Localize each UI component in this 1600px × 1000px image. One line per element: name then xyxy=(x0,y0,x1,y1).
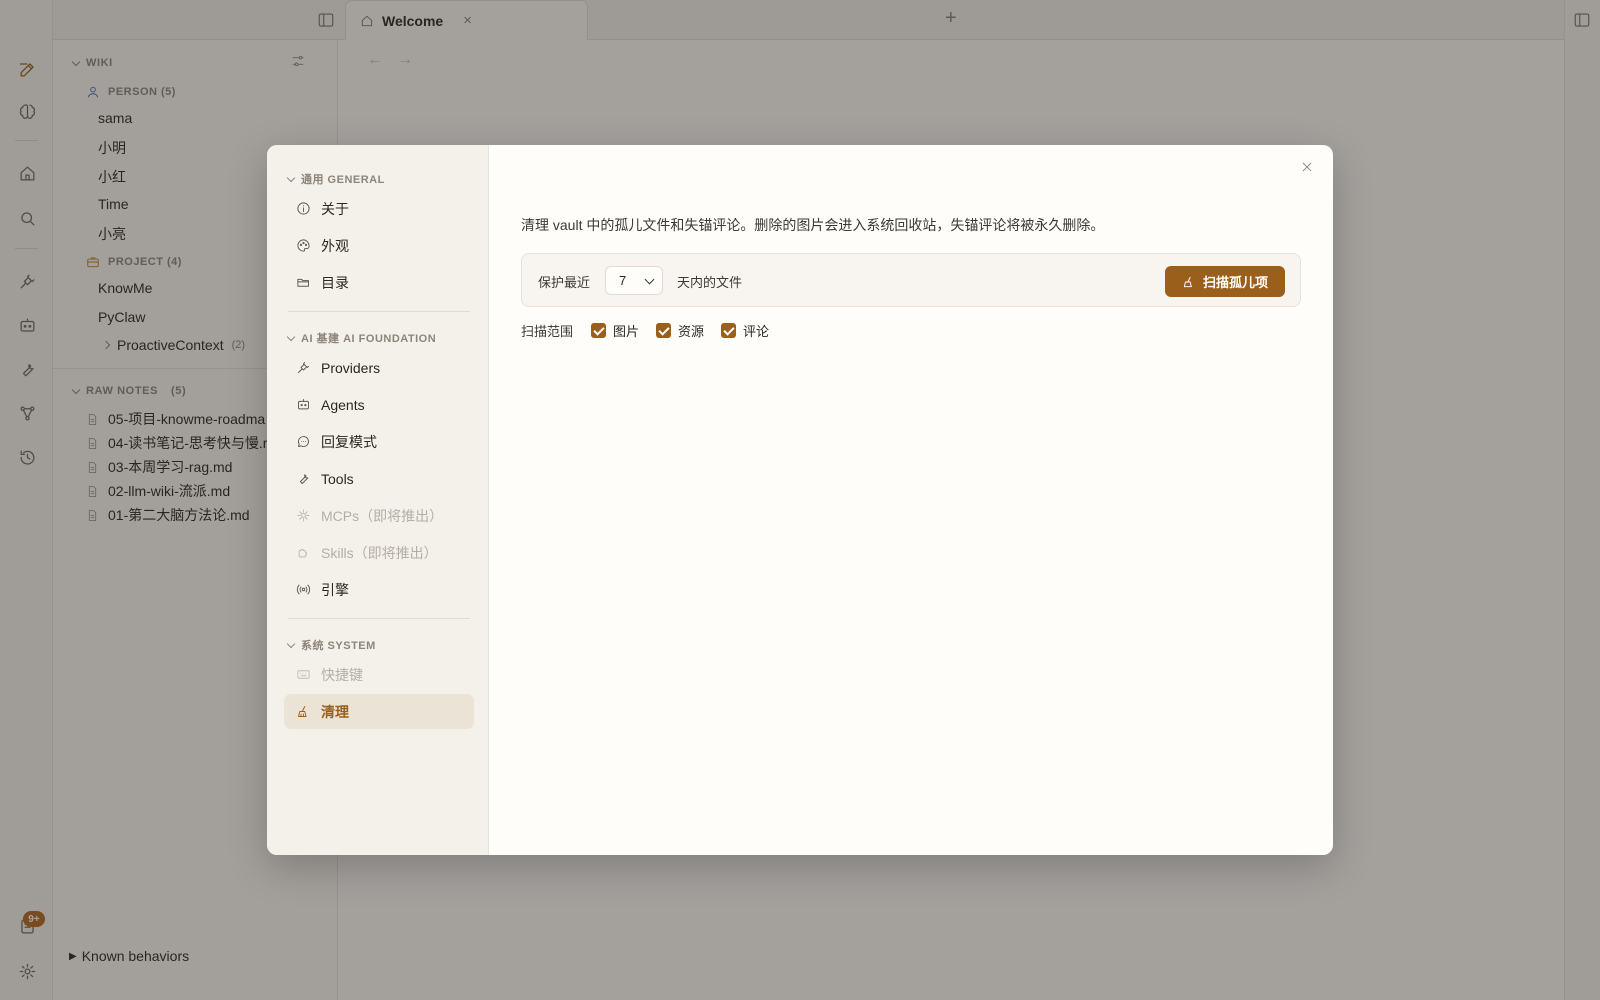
close-icon[interactable] xyxy=(1297,157,1317,177)
wrench-icon xyxy=(296,471,311,486)
info-icon xyxy=(296,201,311,216)
folder-open-icon xyxy=(296,275,311,290)
checkbox-checked[interactable] xyxy=(721,323,737,338)
plug-icon xyxy=(296,360,311,375)
palette-icon xyxy=(296,238,311,253)
checkbox-resources[interactable]: 资源 xyxy=(656,321,704,340)
nav-tools[interactable]: Tools xyxy=(284,461,474,496)
nav-cleanup[interactable]: 清理 xyxy=(284,694,474,729)
nav-divider xyxy=(288,311,470,312)
chevron-down-icon xyxy=(286,332,296,341)
chevron-down-icon xyxy=(286,173,296,182)
nav-engine[interactable]: 引擎 xyxy=(284,572,474,607)
cleanup-description: 清理 vault 中的孤儿文件和失锚评论。删除的图片会进入系统回收站，失锚评论将… xyxy=(521,217,1105,233)
message-icon xyxy=(296,434,311,449)
chevron-down-icon xyxy=(644,274,655,285)
protect-label: 保护最近 xyxy=(538,275,591,290)
checkbox-images[interactable]: 图片 xyxy=(591,321,639,340)
scope-label: 扫描范围 xyxy=(521,324,574,339)
mcp-icon xyxy=(296,508,311,523)
broadcast-icon xyxy=(296,582,311,597)
section-ai-foundation-header[interactable]: AI 基建 AI FOUNDATION xyxy=(286,330,436,346)
section-system-header[interactable]: 系统 SYSTEM xyxy=(286,637,376,653)
bot-icon xyxy=(296,397,311,412)
broom-icon xyxy=(296,704,311,719)
nav-shortcuts: 快捷键 xyxy=(284,657,474,692)
nav-divider xyxy=(288,618,470,619)
nav-skills: Skills（即将推出） xyxy=(284,535,474,570)
scan-scope: 扫描范围 图片 资源 评论 xyxy=(521,321,786,340)
section-general-header[interactable]: 通用 GENERAL xyxy=(286,171,385,187)
settings-modal: 通用 GENERAL 关于 外观 目录 AI 基建 AI FOUNDATION … xyxy=(267,145,1333,855)
settings-nav: 通用 GENERAL 关于 外观 目录 AI 基建 AI FOUNDATION … xyxy=(267,145,489,855)
nav-providers[interactable]: Providers xyxy=(284,350,474,385)
puzzle-icon xyxy=(296,545,311,560)
nav-agents[interactable]: Agents xyxy=(284,387,474,422)
nav-directory[interactable]: 目录 xyxy=(284,265,474,300)
keyboard-icon xyxy=(296,667,311,682)
nav-mcps: MCPs（即将推出） xyxy=(284,498,474,533)
nav-appearance[interactable]: 外观 xyxy=(284,228,474,263)
checkbox-checked[interactable] xyxy=(656,323,672,338)
nav-about[interactable]: 关于 xyxy=(284,191,474,226)
nav-reply-mode[interactable]: 回复模式 xyxy=(284,424,474,459)
days-select[interactable]: 7 xyxy=(605,266,663,295)
chevron-down-icon xyxy=(286,639,296,648)
protect-card: 保护最近 7 天内的文件 扫描孤儿项 xyxy=(521,253,1301,307)
broom-icon xyxy=(1183,276,1192,287)
checkbox-checked[interactable] xyxy=(591,323,607,338)
days-suffix: 天内的文件 xyxy=(677,275,743,290)
scan-orphans-button[interactable]: 扫描孤儿项 xyxy=(1165,266,1285,297)
checkbox-comments[interactable]: 评论 xyxy=(721,321,769,340)
